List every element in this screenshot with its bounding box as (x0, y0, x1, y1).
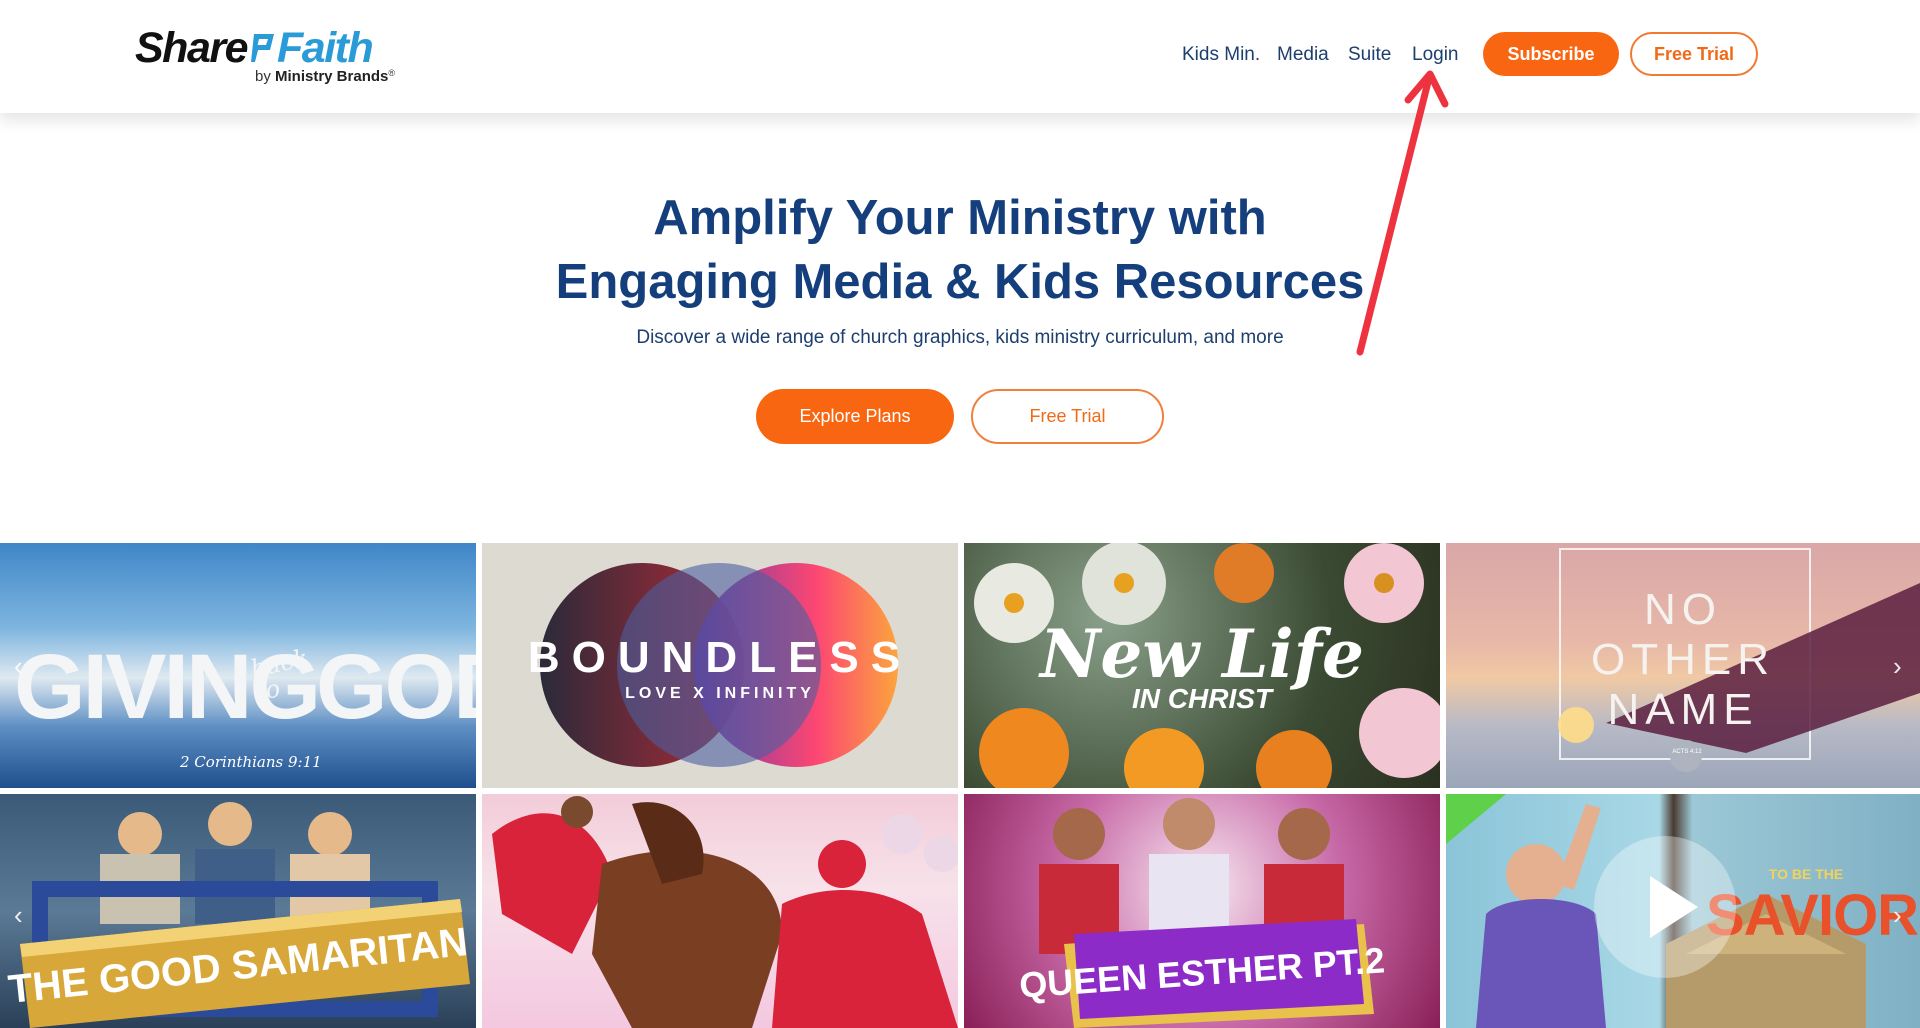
hero-title-line2: Engaging Media & Kids Resources (555, 255, 1365, 309)
hero-title: Amplify Your Ministry with Engaging Medi… (0, 186, 1920, 314)
no-other-name-line2: OTHER (1591, 635, 1775, 684)
logo-share-text: Share (135, 24, 249, 72)
new-life-title: New Life (1040, 615, 1364, 693)
boundless-sub: LOVE X INFINITY (625, 685, 815, 702)
new-life-sub: IN CHRIST (1132, 683, 1272, 714)
gallery-tile-good-samaritan[interactable]: THE GOOD SAMARITAN (0, 794, 476, 1028)
explore-plans-button[interactable]: Explore Plans (756, 389, 954, 444)
nav-suite[interactable]: Suite (1348, 44, 1391, 66)
giving-god: GOD (316, 635, 476, 740)
logo-tagline: by Ministry Brands® (255, 68, 395, 85)
gallery-tile-giving-back-to-god[interactable]: GIVING back to GOD 2 Corinthians 9:11 (0, 543, 476, 788)
savior-small-title: TO BE THE (1768, 866, 1844, 882)
nav-media[interactable]: Media (1277, 44, 1329, 66)
boundless-title: BOUNDLESS (527, 633, 913, 682)
logo-faith-text: Faith (277, 24, 374, 72)
hero-subtitle: Discover a wide range of church graphics… (636, 327, 1284, 348)
no-other-name-line3: NAME (1607, 685, 1759, 734)
hero-free-trial-button[interactable]: Free Trial (971, 389, 1164, 444)
header-free-trial-button[interactable]: Free Trial (1630, 32, 1758, 76)
hero-title-line1: Amplify Your Ministry with (653, 191, 1267, 245)
logo-brand: Ministry Brands (275, 68, 389, 85)
logo-flag-icon (248, 26, 276, 62)
row1-next-chevron-right-icon[interactable]: › (1893, 651, 1902, 682)
logo-wordmark: Share Faith (135, 24, 374, 72)
gallery-tile-new-life[interactable]: New Life IN CHRIST (964, 543, 1440, 788)
row1-prev-chevron-left-icon[interactable]: ‹ (14, 651, 23, 682)
savior-title: SAVIOR (1706, 883, 1919, 948)
sharefaith-logo[interactable]: Share Faith by Ministry Brands® (135, 24, 395, 86)
god-word: GOD (316, 636, 476, 738)
play-icon[interactable] (1594, 836, 1736, 978)
gallery-tile-queen-esther[interactable]: QUEEN ESTHER PT.2 (964, 794, 1440, 1028)
nav-kids-ministry[interactable]: Kids Min. (1182, 44, 1260, 66)
giving-verse: 2 Corinthians 9:11 (180, 753, 322, 771)
logo-tm: ® (388, 68, 395, 78)
no-other-name-line1: NO (1644, 585, 1722, 634)
row2-next-chevron-right-icon[interactable]: › (1893, 900, 1902, 931)
subscribe-button[interactable]: Subscribe (1483, 32, 1619, 76)
nav-login[interactable]: Login (1412, 44, 1459, 66)
gallery-tile-to-be-the-savior[interactable]: TO BE THE SAVIOR (1446, 794, 1920, 1028)
logo-by: by (254, 68, 271, 85)
acts-badge: ACTS 4:12 (1672, 749, 1702, 755)
site-header: Share Faith by Ministry Brands® Kids Min.… (0, 0, 1920, 113)
gallery-tile-no-other-name[interactable]: NO OTHER NAME ACTS 4:12 (1446, 543, 1920, 788)
row2-prev-chevron-left-icon[interactable]: ‹ (14, 900, 23, 931)
gallery-tile-bible-story-rider[interactable] (482, 794, 958, 1028)
rider-illustration (492, 796, 958, 1028)
gallery-tile-boundless[interactable]: BOUNDLESS LOVE X INFINITY (482, 543, 958, 788)
